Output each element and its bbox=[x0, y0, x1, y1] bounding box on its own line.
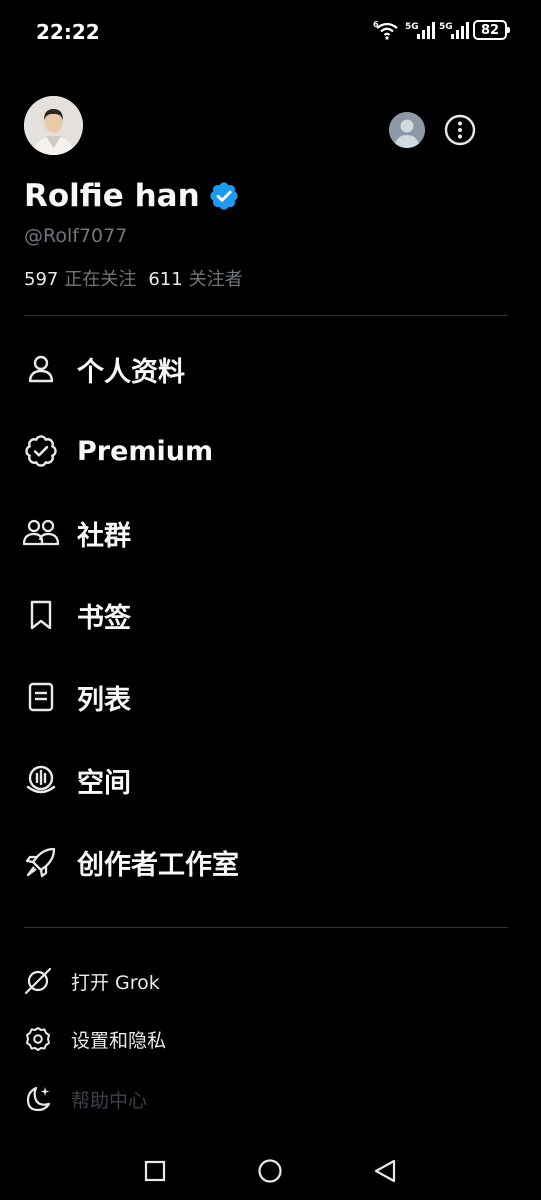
rocket-icon bbox=[22, 843, 60, 881]
menu-item-creator-studio[interactable]: 创作者工作室 bbox=[22, 837, 502, 887]
account-switch-button[interactable] bbox=[389, 112, 425, 148]
sub-label-help-center: 帮助中心 bbox=[71, 1089, 148, 1112]
more-options-button[interactable] bbox=[444, 114, 476, 146]
status-bar: 22:22 6 5G 5G 82 bbox=[0, 0, 541, 64]
followers-count: 611 bbox=[148, 269, 183, 290]
sub-label-settings: 设置和隐私 bbox=[71, 1029, 167, 1052]
battery-indicator: 82 bbox=[473, 20, 510, 40]
person-icon bbox=[22, 350, 60, 388]
network-label-2: 5G bbox=[439, 22, 453, 32]
menu-label-profile: 个人资料 bbox=[77, 356, 185, 388]
moon-sparkle-icon bbox=[22, 1083, 54, 1115]
display-name: Rolfie han bbox=[24, 178, 240, 214]
back-button[interactable] bbox=[370, 1156, 400, 1186]
avatar[interactable] bbox=[24, 96, 83, 155]
avatar-image bbox=[24, 96, 83, 155]
recent-apps-button[interactable] bbox=[140, 1156, 170, 1186]
menu-item-settings[interactable]: 设置和隐私 bbox=[22, 1019, 502, 1059]
menu-label-lists: 列表 bbox=[77, 684, 131, 716]
more-vertical-icon bbox=[444, 114, 476, 146]
menu-item-help-center[interactable]: 帮助中心 bbox=[22, 1079, 502, 1119]
menu-item-lists[interactable]: 列表 bbox=[22, 672, 502, 722]
menu-item-bookmarks[interactable]: 书签 bbox=[22, 590, 502, 640]
signal-icon-2: 5G bbox=[439, 22, 469, 39]
menu-label-spaces: 空间 bbox=[77, 767, 131, 799]
communities-icon bbox=[22, 514, 60, 552]
menu-item-grok[interactable]: 打开 Grok bbox=[22, 961, 502, 1001]
sub-label-grok: 打开 Grok bbox=[71, 971, 160, 994]
menu-item-premium[interactable]: Premium bbox=[22, 426, 502, 476]
default-avatar-icon bbox=[389, 112, 425, 148]
square-icon bbox=[144, 1160, 166, 1182]
following-count: 597 bbox=[24, 269, 59, 290]
status-icons: 6 5G 5G 82 bbox=[373, 20, 510, 40]
menu-item-communities[interactable]: 社群 bbox=[22, 508, 502, 558]
premium-badge-icon bbox=[22, 432, 60, 470]
list-icon bbox=[22, 678, 60, 716]
network-label-1: 5G bbox=[405, 22, 419, 32]
divider-top bbox=[24, 315, 508, 316]
verified-badge-icon bbox=[209, 182, 238, 210]
display-name-text: Rolfie han bbox=[24, 178, 200, 214]
grok-icon bbox=[22, 965, 54, 997]
follow-stats: 597 正在关注 611 关注者 bbox=[24, 265, 243, 291]
circle-icon bbox=[258, 1159, 282, 1183]
spaces-icon bbox=[22, 761, 60, 799]
menu-item-spaces[interactable]: 空间 bbox=[22, 755, 502, 805]
following-label: 正在关注 bbox=[64, 269, 137, 290]
signal-icon-1: 5G bbox=[405, 22, 435, 39]
menu-label-communities: 社群 bbox=[77, 520, 131, 552]
following-link[interactable]: 597 正在关注 bbox=[24, 265, 136, 291]
gear-icon bbox=[22, 1023, 54, 1055]
user-handle: @Rolf7077 bbox=[24, 225, 128, 247]
followers-link[interactable]: 611 关注者 bbox=[148, 265, 242, 291]
status-time: 22:22 bbox=[36, 20, 100, 44]
menu-label-premium: Premium bbox=[77, 435, 214, 467]
menu-label-bookmarks: 书签 bbox=[77, 602, 131, 634]
menu-label-creator-studio: 创作者工作室 bbox=[77, 849, 239, 881]
wifi-icon: 6 bbox=[373, 20, 398, 40]
triangle-back-icon bbox=[374, 1159, 396, 1183]
home-button[interactable] bbox=[255, 1156, 285, 1186]
divider-bottom bbox=[24, 927, 508, 928]
followers-label: 关注者 bbox=[188, 269, 243, 290]
bookmark-icon bbox=[22, 596, 60, 634]
system-nav-bar bbox=[0, 1140, 541, 1200]
battery-level: 82 bbox=[480, 22, 500, 38]
menu-item-profile[interactable]: 个人资料 bbox=[22, 344, 502, 394]
